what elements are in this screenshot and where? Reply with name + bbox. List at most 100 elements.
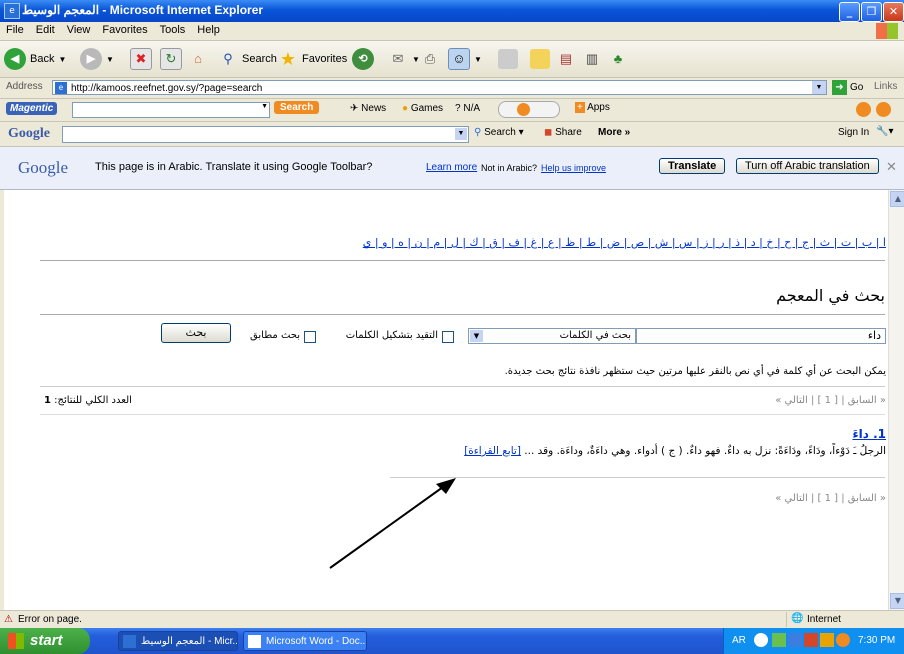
standard-toolbar: ◀ Back ▼ ▶ ▼ ✖ ↻ ⌂ ⚲ Search ★ Favorites ⟲ … — [0, 41, 904, 78]
google-search-input[interactable]: ▼ — [62, 126, 469, 143]
home-icon: ⌂ — [194, 51, 202, 66]
mail-tray-icon[interactable] — [804, 633, 818, 647]
globe-icon: 🌐 — [791, 613, 804, 624]
result-title-link[interactable]: 1. داءَ — [784, 427, 886, 441]
apps-button[interactable]: + Apps — [575, 102, 610, 113]
refresh-button[interactable]: ↻ — [160, 47, 182, 71]
google-toolbar-logo[interactable]: Google — [8, 126, 50, 142]
turn-off-translation-button[interactable]: Turn off Arabic translation — [736, 158, 879, 174]
ie-icon — [123, 635, 136, 648]
wrench-icon[interactable]: 🔧▾ — [876, 126, 893, 137]
menu-edit[interactable]: Edit — [30, 22, 61, 38]
bookshelf-button[interactable]: ▥ — [582, 47, 602, 71]
close-translate-icon[interactable]: ✕ — [886, 159, 897, 175]
google-search-button[interactable]: ⚲ Search ▾ — [474, 127, 524, 138]
discuss-button[interactable] — [498, 47, 518, 71]
start-button[interactable]: start — [0, 628, 90, 654]
system-tray: AR 7:30 PM — [723, 628, 904, 654]
contacts-button[interactable]: ♣ — [608, 47, 628, 71]
links-button[interactable]: Links — [874, 81, 897, 92]
more-button[interactable]: More » — [598, 127, 630, 138]
sign-in-button[interactable]: Sign In — [838, 127, 869, 138]
menu-favorites[interactable]: Favorites — [96, 22, 153, 38]
page-icon: e — [55, 82, 67, 94]
annotation-arrow — [329, 478, 456, 569]
print-button[interactable]: ⎙ — [420, 47, 440, 71]
back-button[interactable]: ◀ Back ▼ — [4, 47, 66, 71]
result-snippet: الرجلُ ـَ دَوْءاً، ودَاءً، ودَاءَةً: نزل… — [464, 445, 886, 457]
forward-button[interactable]: ▶ ▼ — [80, 47, 114, 71]
news-button[interactable]: ✈ News — [350, 103, 386, 114]
games-button[interactable]: ● Games — [402, 103, 443, 114]
tray-app-icon[interactable] — [788, 633, 802, 647]
address-bar: Address e http://kamoos.reefnet.gov.sy/?… — [0, 78, 904, 99]
home-button[interactable]: ⌂ — [188, 47, 208, 71]
magentic-search-input[interactable]: ▼ — [72, 102, 270, 118]
search-mode-select[interactable]: بحث في الكلمات ▼ — [468, 328, 636, 344]
go-arrow-icon: ➜ — [832, 80, 847, 95]
alphabet-index[interactable]: ا | ب | ت | ث | ج | ح | خ | د | ذ | ر | … — [334, 236, 886, 249]
magentic-options-icon[interactable] — [876, 102, 891, 117]
error-icon[interactable]: ⚠ — [4, 614, 13, 625]
media-player-control[interactable] — [498, 101, 560, 118]
page-title: بحث في المعجم — [776, 286, 885, 305]
menu-tools[interactable]: Tools — [154, 22, 192, 38]
favorites-button[interactable]: ★ Favorites — [278, 47, 347, 71]
translate-message: This page is in Arabic. Translate it usi… — [95, 161, 373, 173]
history-button[interactable]: ⟲ — [352, 47, 374, 71]
scroll-up-icon[interactable]: ▲ — [890, 191, 904, 207]
search-input[interactable]: داء — [636, 328, 886, 344]
research-button[interactable]: ▤ — [556, 47, 576, 71]
magentic-add-icon[interactable] — [856, 102, 871, 117]
search-submit-button[interactable]: بحث — [161, 323, 231, 343]
magentic-logo[interactable]: Magentic — [6, 102, 58, 115]
address-input[interactable]: e http://kamoos.reefnet.gov.sy/?page=sea… — [52, 80, 827, 95]
exact-match-label: بحث مطابق — [250, 330, 300, 341]
messenger-tray-icon[interactable] — [820, 633, 834, 647]
weather-button[interactable]: ? N/A — [455, 103, 480, 114]
clock[interactable]: 7:30 PM — [858, 635, 895, 646]
print-icon: ⎙ — [424, 51, 436, 66]
mail-button[interactable]: ✉ ▼ — [388, 47, 420, 71]
search-hint: يمكن البحث عن أي كلمة في أي نص بالنقر عل… — [504, 366, 886, 377]
share-button[interactable]: ◼ Share — [544, 127, 582, 138]
scroll-down-icon[interactable]: ▼ — [890, 593, 904, 609]
tray-arrow-icon[interactable] — [754, 633, 768, 647]
translate-button[interactable]: Translate — [659, 158, 726, 174]
discuss-icon — [498, 49, 518, 69]
messenger-button[interactable]: ☺ ▼ — [448, 47, 482, 71]
address-dropdown-icon[interactable]: ▼ — [812, 81, 826, 94]
share-icon: ◼ — [544, 127, 556, 138]
language-indicator[interactable]: AR — [732, 635, 746, 646]
menu-help[interactable]: Help — [191, 22, 226, 38]
search-button[interactable]: ⚲ Search — [218, 47, 277, 71]
go-button[interactable]: ➜ Go — [832, 80, 863, 95]
task-word-window[interactable]: Microsoft Word - Doc... — [243, 631, 367, 651]
vertical-scrollbar[interactable]: ▲ ▼ — [888, 190, 904, 610]
maximize-button[interactable]: ❐ — [861, 2, 882, 22]
title-bar: e المعجم الوسيط - Microsoft Internet Exp… — [0, 0, 904, 22]
diacritics-checkbox[interactable] — [442, 331, 454, 343]
magentic-tray-icon[interactable] — [836, 633, 850, 647]
read-more-link[interactable]: [تابع القراءة] — [464, 445, 521, 457]
google-toolbar: Google ▼ ⚲ Search ▾ ◼ Share More » Sign … — [0, 122, 904, 147]
menu-view[interactable]: View — [61, 22, 97, 38]
translate-google-logo: Google — [18, 158, 69, 177]
help-improve-link[interactable]: Help us improve — [541, 163, 606, 173]
minimize-button[interactable]: _ — [839, 2, 860, 22]
learn-more-link[interactable]: Learn more — [426, 162, 477, 173]
network-icon[interactable] — [772, 633, 786, 647]
exact-match-checkbox[interactable] — [304, 331, 316, 343]
stop-button[interactable]: ✖ — [130, 47, 152, 71]
books-icon: ▥ — [585, 51, 599, 66]
pager-top[interactable]: « السابق | [ 1 ] | التالي » — [734, 395, 886, 406]
magentic-toolbar: Magentic ▼ Search ✈ News ● Games ? N/A +… — [0, 99, 904, 122]
menu-bar: File Edit View Favorites Tools Help — [0, 22, 904, 41]
address-label: Address — [6, 81, 43, 92]
menu-file[interactable]: File — [0, 22, 30, 38]
task-ie-window[interactable]: المعجم الوسيط - Micr... — [118, 631, 238, 651]
pager-bottom[interactable]: « السابق | [ 1 ] | التالي » — [734, 493, 886, 504]
folder-button[interactable] — [530, 47, 550, 71]
close-button[interactable]: ✕ — [883, 2, 904, 22]
magentic-search-button[interactable]: Search — [274, 101, 320, 114]
